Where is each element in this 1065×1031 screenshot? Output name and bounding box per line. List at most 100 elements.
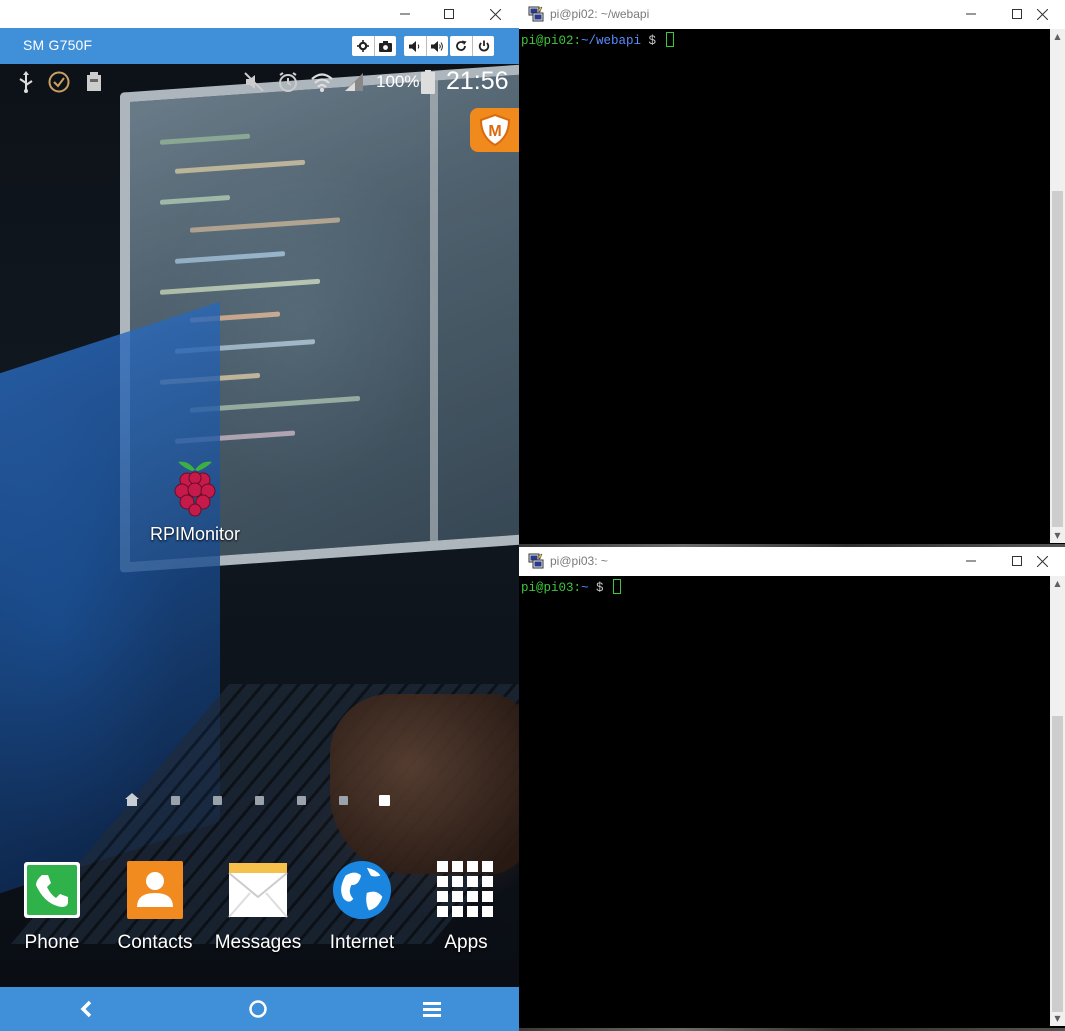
android-nav-bar bbox=[0, 987, 519, 1031]
minimize-icon bbox=[966, 560, 976, 562]
dock-label: Messages bbox=[214, 932, 302, 953]
power-tool-group bbox=[450, 36, 494, 56]
scroll-up-icon[interactable]: ▲ bbox=[1050, 576, 1065, 591]
back-button[interactable] bbox=[56, 987, 116, 1031]
screenshot-button[interactable] bbox=[374, 36, 396, 56]
check-circle-icon bbox=[47, 70, 71, 94]
terminal-titlebar[interactable]: pi@pi02: ~/webapi bbox=[519, 0, 1065, 29]
capture-tool-group bbox=[352, 36, 396, 56]
gear-icon bbox=[357, 40, 369, 52]
close-icon bbox=[1036, 8, 1048, 20]
volume-up-button[interactable] bbox=[426, 36, 448, 56]
terminal-window-pi02[interactable]: pi@pi02: ~/webapi pi@pi02:~/webapi $ ▲ ▼ bbox=[519, 0, 1065, 544]
svg-text:M: M bbox=[488, 123, 501, 140]
terminal-output[interactable]: pi@pi02:~/webapi $ bbox=[519, 29, 1050, 543]
volume-tool-group bbox=[404, 36, 448, 56]
wallpaper-hand bbox=[330, 694, 519, 874]
page-dot bbox=[339, 796, 348, 805]
minimize-button[interactable] bbox=[948, 0, 994, 28]
mute-icon bbox=[242, 70, 266, 94]
page-dot bbox=[297, 796, 306, 805]
app-dock: Phone Contacts Messages Internet Apps bbox=[0, 860, 519, 970]
status-clock: 21:56 bbox=[446, 67, 509, 95]
minimize-icon bbox=[966, 13, 976, 15]
dock-label: Contacts bbox=[117, 932, 193, 953]
page-indicator[interactable] bbox=[124, 792, 394, 808]
android-status-bar: 100% 21:56 bbox=[0, 64, 519, 100]
wifi-icon bbox=[310, 70, 334, 94]
terminal-title: pi@pi02: ~/webapi bbox=[550, 7, 650, 21]
phone-icon bbox=[22, 860, 82, 920]
close-icon bbox=[1036, 555, 1048, 567]
scroll-down-icon[interactable]: ▼ bbox=[1050, 528, 1065, 543]
volume-down-icon bbox=[409, 40, 420, 52]
dock-label: Phone bbox=[24, 932, 80, 953]
menu-button[interactable] bbox=[402, 987, 462, 1031]
power-icon bbox=[478, 40, 489, 52]
rotate-button[interactable] bbox=[450, 36, 472, 56]
close-button[interactable] bbox=[1019, 0, 1065, 28]
maximize-button[interactable] bbox=[426, 0, 472, 28]
dock-label: Internet bbox=[329, 932, 395, 953]
terminal-title: pi@pi03: ~ bbox=[550, 554, 608, 568]
mcafee-shortcut[interactable]: M bbox=[470, 108, 519, 152]
scroll-thumb[interactable] bbox=[1052, 191, 1063, 527]
globe-icon bbox=[332, 860, 392, 920]
text-cursor bbox=[613, 579, 622, 594]
app-rpimonitor[interactable]: RPIMonitor bbox=[140, 458, 250, 545]
phone-mirror-window: SM G750F 100% 21:56 M RPIMonitor Phone C… bbox=[0, 0, 519, 1031]
storage-icon bbox=[82, 70, 106, 94]
dock-app-apps[interactable]: Apps bbox=[414, 860, 518, 954]
terminal-scrollbar[interactable]: ▲ ▼ bbox=[1050, 576, 1065, 1026]
terminal-output[interactable]: pi@pi03:~ $ bbox=[519, 576, 1050, 1026]
terminal-scrollbar[interactable]: ▲ ▼ bbox=[1050, 29, 1065, 543]
power-button[interactable] bbox=[472, 36, 494, 56]
putty-icon bbox=[528, 6, 544, 22]
contacts-icon bbox=[125, 860, 185, 920]
home-page-icon bbox=[125, 793, 139, 806]
close-icon bbox=[489, 8, 501, 20]
signal-icon bbox=[342, 70, 366, 94]
usb-icon bbox=[14, 70, 38, 94]
scroll-thumb[interactable] bbox=[1052, 716, 1063, 1012]
minimize-button[interactable] bbox=[948, 547, 994, 575]
close-button[interactable] bbox=[1019, 547, 1065, 575]
scroll-up-icon[interactable]: ▲ bbox=[1050, 29, 1065, 44]
dock-app-messages[interactable]: Messages bbox=[206, 860, 310, 954]
dock-app-phone[interactable]: Phone bbox=[0, 860, 104, 954]
page-dot-active bbox=[379, 795, 390, 806]
apps-grid-icon bbox=[436, 860, 496, 920]
minimize-button[interactable] bbox=[382, 0, 428, 28]
terminal-titlebar[interactable]: pi@pi03: ~ bbox=[519, 547, 1065, 576]
home-button[interactable] bbox=[228, 987, 288, 1031]
page-dot bbox=[171, 796, 180, 805]
desktop: SM G750F 100% 21:56 M RPIMonitor Phone C… bbox=[0, 0, 1065, 1031]
shield-icon: M bbox=[479, 113, 511, 147]
dock-app-contacts[interactable]: Contacts bbox=[103, 860, 207, 954]
raspberry-pi-icon bbox=[174, 461, 216, 517]
shell-prompt: pi@pi02:~/webapi $ bbox=[521, 32, 674, 48]
app-label: RPIMonitor bbox=[149, 524, 241, 544]
home-circle-icon bbox=[249, 1000, 267, 1018]
device-name: SM G750F bbox=[23, 37, 93, 53]
phone-screen[interactable]: 100% 21:56 M RPIMonitor Phone Contacts M… bbox=[0, 64, 519, 987]
battery-icon bbox=[418, 70, 438, 94]
dock-app-internet[interactable]: Internet bbox=[310, 860, 414, 954]
alarm-icon bbox=[276, 70, 300, 94]
close-button[interactable] bbox=[472, 0, 518, 28]
volume-down-button[interactable] bbox=[404, 36, 426, 56]
putty-icon bbox=[528, 553, 544, 569]
page-dot bbox=[255, 796, 264, 805]
phone-toolbar: SM G750F bbox=[0, 28, 519, 64]
camera-icon bbox=[379, 40, 392, 52]
phone-window-titlebar[interactable] bbox=[0, 0, 519, 28]
settings-button[interactable] bbox=[352, 36, 374, 56]
volume-up-icon bbox=[431, 40, 443, 52]
minimize-icon bbox=[400, 13, 410, 15]
back-icon bbox=[80, 1000, 92, 1018]
maximize-icon bbox=[444, 9, 454, 19]
terminal-window-pi03[interactable]: pi@pi03: ~ pi@pi03:~ $ ▲ ▼ bbox=[519, 547, 1065, 1031]
text-cursor bbox=[665, 32, 674, 47]
battery-percent: 100% bbox=[376, 72, 420, 91]
scroll-down-icon[interactable]: ▼ bbox=[1050, 1011, 1065, 1026]
